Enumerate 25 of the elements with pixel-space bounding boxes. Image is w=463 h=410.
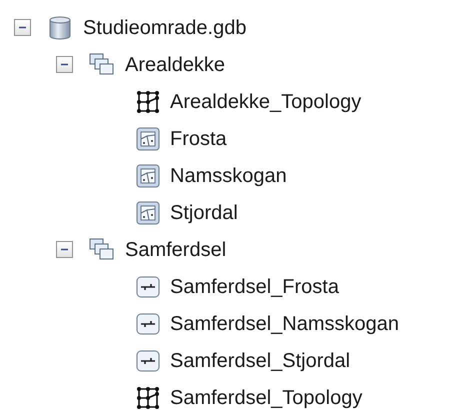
tree-item-label[interactable]: Samferdsel_Topology bbox=[170, 382, 362, 410]
collapse-button[interactable] bbox=[56, 56, 73, 73]
tree-item-label[interactable]: Namsskogan bbox=[170, 160, 287, 190]
line-layer-icon bbox=[136, 348, 160, 372]
tree-item-label[interactable]: Arealdekke bbox=[125, 50, 226, 80]
topology-icon bbox=[136, 90, 160, 114]
polygon-layer-icon bbox=[136, 164, 160, 188]
stacked-squares-icon bbox=[89, 238, 115, 262]
line-layer-icon bbox=[136, 274, 160, 298]
tree-item-label[interactable]: Samferdsel_Namsskogan bbox=[170, 308, 399, 338]
tree-item-label[interactable]: Samferdsel_Frosta bbox=[170, 272, 339, 302]
tree-item-label[interactable]: Studieomrade.gdb bbox=[83, 12, 246, 42]
tree-item-label[interactable]: Stjordal bbox=[170, 198, 238, 228]
database-icon bbox=[47, 14, 73, 40]
tree-item-label[interactable]: Samferdsel bbox=[125, 234, 226, 264]
collapse-button[interactable] bbox=[56, 241, 73, 258]
polygon-layer-icon bbox=[136, 200, 160, 224]
polygon-layer-icon bbox=[136, 126, 160, 150]
tree-item-label[interactable]: Samferdsel_Stjordal bbox=[170, 346, 350, 376]
tree-item-label[interactable]: Frosta bbox=[170, 124, 227, 154]
stacked-squares-icon bbox=[89, 52, 115, 76]
topology-icon bbox=[136, 386, 160, 410]
line-layer-icon bbox=[136, 312, 160, 336]
tree-item-label[interactable]: Arealdekke_Topology bbox=[170, 86, 362, 116]
collapse-button[interactable] bbox=[14, 19, 31, 36]
